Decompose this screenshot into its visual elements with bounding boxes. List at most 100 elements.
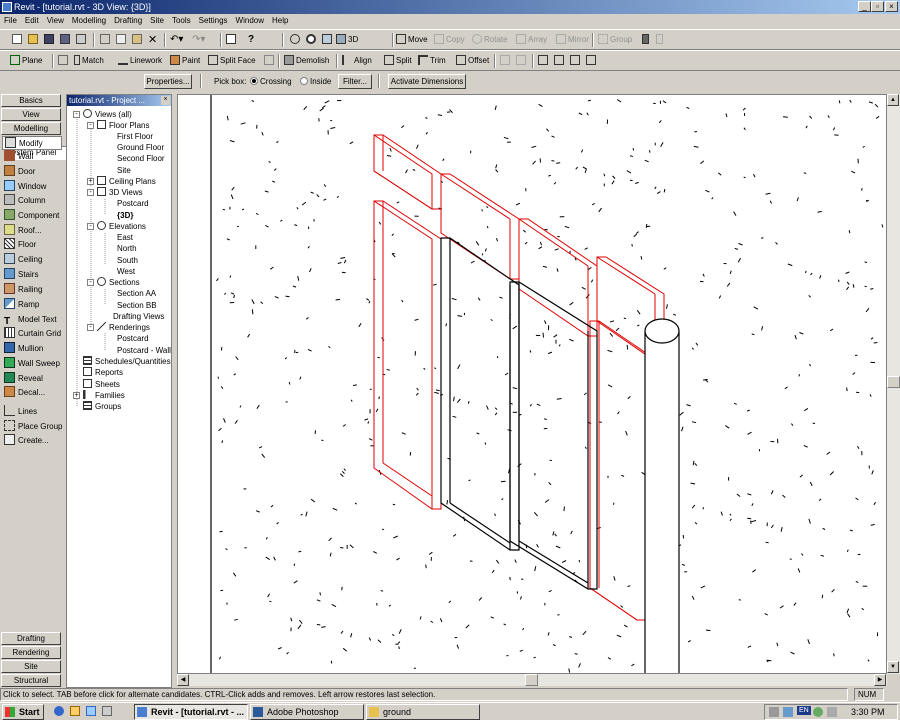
demolish-button[interactable]: Demolish [284, 54, 329, 68]
component-tool[interactable]: Component [2, 209, 62, 223]
window-switch-button[interactable] [586, 54, 598, 68]
collapse-elevations[interactable]: - [87, 223, 94, 230]
trim-button[interactable]: Trim [418, 54, 446, 68]
tab-rendering[interactable]: Rendering [1, 646, 61, 659]
tag-button[interactable] [58, 54, 70, 68]
activate-dimensions-button[interactable]: Activate Dimensions [388, 74, 466, 89]
quicklaunch-app-icon[interactable] [102, 706, 114, 716]
align-button[interactable]: Align [342, 54, 372, 68]
tree-ground-floor[interactable]: Ground Floor [117, 142, 164, 153]
task-revit[interactable]: Revit - [tutorial.rvt - ... [134, 704, 248, 720]
copy-button[interactable]: Copy [434, 33, 465, 47]
save-button[interactable] [44, 33, 56, 47]
menu-site[interactable]: Site [146, 14, 168, 28]
minimize-button[interactable]: _ [858, 1, 871, 12]
tree-first-floor[interactable]: First Floor [117, 131, 153, 142]
3d-viewport[interactable] [177, 94, 887, 674]
group-button[interactable]: Group [598, 33, 632, 47]
tree-views-all[interactable]: Views (all) [83, 109, 132, 120]
whats-this-button[interactable]: ? [248, 33, 254, 47]
tray-icon-2[interactable] [783, 707, 795, 717]
mullion-tool[interactable]: Mullion [2, 342, 62, 356]
tree-drafting-views[interactable]: Drafting Views [101, 311, 164, 322]
pin-button[interactable] [642, 33, 651, 47]
start-button[interactable]: Start [2, 704, 44, 720]
linework-button[interactable]: Linework [118, 54, 162, 68]
horizontal-scroll-thumb[interactable] [525, 674, 538, 686]
column-tool[interactable]: Column [2, 194, 62, 208]
tray-icon-3[interactable] [813, 707, 825, 717]
roof-tool[interactable]: Roof... [2, 224, 62, 238]
redo-button[interactable]: ↷▾ [192, 33, 205, 47]
tall-frame-1[interactable] [373, 200, 442, 510]
upper-frame-2[interactable] [440, 173, 520, 280]
match-button[interactable]: Match [74, 54, 104, 68]
print-button[interactable] [76, 33, 88, 47]
tree-second-floor[interactable]: Second Floor [117, 153, 165, 164]
window-close-button[interactable] [570, 54, 582, 68]
tab-site[interactable]: Site [1, 660, 61, 673]
inside-radio[interactable]: Inside [298, 76, 331, 88]
cut-geometry-button[interactable] [264, 54, 276, 68]
quicklaunch-desktop-icon[interactable] [86, 706, 98, 716]
tab-modelling[interactable]: Modelling [1, 122, 61, 135]
delete-button[interactable]: ✕ [148, 33, 157, 47]
round-column[interactable] [644, 318, 680, 673]
stairs-tool[interactable]: Stairs [2, 268, 62, 282]
tree-families[interactable]: Families [83, 390, 125, 401]
array-button[interactable]: Array [516, 33, 547, 47]
tree-render-postcard-wall[interactable]: Postcard - Wall [117, 345, 171, 356]
plane-button[interactable]: Plane [10, 54, 42, 68]
window-tile-button[interactable] [538, 54, 550, 68]
tab-structural[interactable]: Structural [1, 674, 61, 687]
thin-lines-button[interactable] [226, 33, 238, 47]
tree-reports[interactable]: Reports [83, 367, 123, 378]
language-indicator[interactable]: EN [797, 706, 811, 715]
menu-view[interactable]: View [43, 14, 68, 28]
tree-groups[interactable]: Groups [83, 401, 121, 412]
expand-ceiling-plans[interactable]: + [87, 178, 94, 185]
filter-button[interactable]: Filter... [338, 74, 372, 89]
paste-button[interactable] [132, 33, 144, 47]
lines-tool[interactable]: Lines [2, 405, 62, 419]
unpin-button[interactable] [656, 33, 665, 47]
restore-button[interactable]: ▫ [871, 1, 884, 12]
paint-button[interactable]: Paint [170, 54, 200, 68]
quicklaunch-ie-icon[interactable] [54, 706, 66, 716]
tree-site[interactable]: Site [117, 165, 131, 176]
scroll-right-icon[interactable]: ▶ [874, 674, 886, 686]
open-button[interactable] [28, 33, 40, 47]
tree-3d-postcard[interactable]: Postcard [117, 198, 149, 209]
cut-button[interactable] [100, 33, 112, 47]
menu-drafting[interactable]: Drafting [110, 14, 146, 28]
door-tool[interactable]: Door [2, 165, 62, 179]
reveal-tool[interactable]: Reveal [2, 372, 62, 386]
task-photoshop[interactable]: Adobe Photoshop [250, 704, 364, 720]
window-tool[interactable]: Window [2, 180, 62, 194]
window-cascade-button[interactable] [554, 54, 566, 68]
create-tool[interactable]: Create... [2, 434, 62, 448]
3d-model-canvas[interactable] [178, 95, 886, 673]
tree-sheets[interactable]: Sheets [83, 379, 120, 390]
3d-view-button[interactable]: 3D [336, 33, 358, 47]
tree-section-aa[interactable]: Section AA [117, 288, 156, 299]
tree-section-bb[interactable]: Section BB [117, 300, 157, 311]
dynamic-view-button[interactable] [322, 33, 334, 47]
tree-schedules[interactable]: Schedules/Quantities [83, 356, 171, 367]
visibility-button[interactable] [290, 33, 302, 47]
tab-basics[interactable]: Basics [1, 94, 61, 107]
collapse-3d-views[interactable]: - [87, 189, 94, 196]
modify-tool[interactable]: Modify [2, 136, 62, 150]
ceiling-tool[interactable]: Ceiling [2, 253, 62, 267]
split-button[interactable]: Split [384, 54, 412, 68]
mirror-button[interactable]: Mirror [556, 33, 589, 47]
crossing-radio[interactable]: Crossing [248, 76, 292, 88]
menu-edit[interactable]: Edit [21, 14, 43, 28]
upper-frame-1[interactable] [373, 134, 442, 210]
tree-ceiling-plans[interactable]: Ceiling Plans [97, 176, 156, 187]
collapse-sections[interactable]: - [87, 279, 94, 286]
wall-sweep-tool[interactable]: Wall Sweep [2, 357, 62, 371]
tree-3d-views[interactable]: 3D Views [97, 187, 143, 198]
scroll-down-icon[interactable]: ▼ [887, 661, 899, 673]
horizontal-scrollbar[interactable]: ◀ ▶ [177, 674, 887, 686]
